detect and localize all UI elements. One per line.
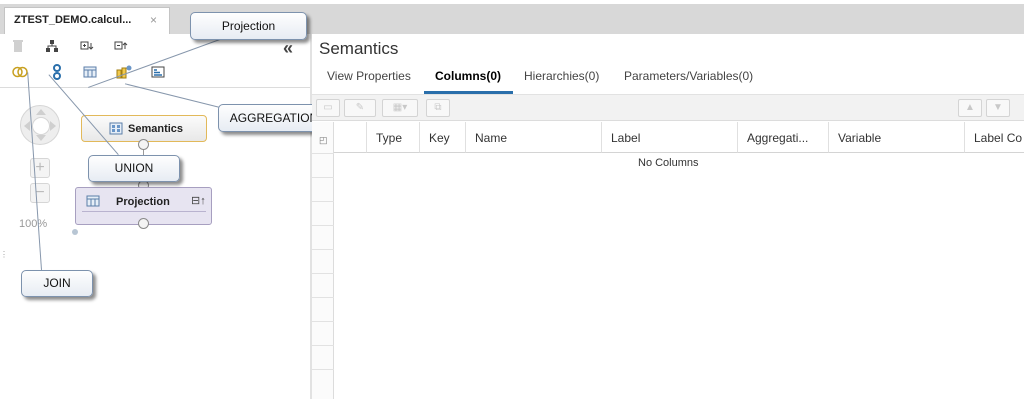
pan-control[interactable]	[20, 105, 60, 145]
column-header-label: Aggregati...	[747, 131, 809, 145]
assign-semantics-button[interactable]: ▦▾	[382, 99, 418, 117]
document-tab[interactable]: ZTEST_DEMO.calcul... ×	[4, 7, 170, 34]
edit-column-icon: ✎	[355, 102, 365, 113]
collapse-panel-button[interactable]: «	[283, 38, 293, 59]
column-header-label-column[interactable]: Label Co	[965, 122, 1024, 153]
column-header-label-col[interactable]: Label	[602, 122, 738, 153]
auto-layout-icon[interactable]	[42, 36, 62, 56]
semantics-node[interactable]: Semantics	[81, 115, 207, 142]
columns-toolbar: ▭ ✎ ▦▾ ⧉ ▲ ▼	[312, 95, 1024, 121]
gutter-divider	[312, 153, 334, 154]
projection-node-divider	[82, 211, 206, 212]
move-up-button[interactable]: ▲	[958, 99, 982, 117]
columns-table: ◰ Type Key Name Label Aggregati... Varia…	[312, 122, 1024, 399]
column-header-type[interactable]: Type	[367, 122, 420, 153]
tab-view-properties[interactable]: View Properties	[327, 69, 411, 83]
tab-parameters-variables[interactable]: Parameters/Variables(0)	[624, 69, 753, 83]
pan-down-icon[interactable]	[36, 135, 46, 141]
semantics-icon	[109, 122, 123, 138]
assign-semantics-icon: ▦▾	[392, 102, 408, 113]
gutter-divider	[312, 201, 334, 202]
column-header-selector[interactable]	[334, 122, 367, 153]
row-gutter: ◰	[312, 122, 334, 399]
arrow-down-icon: ▼	[993, 102, 1003, 113]
select-all-icon[interactable]: ◰	[319, 135, 328, 146]
zoom-slider-handle[interactable]	[72, 229, 78, 235]
column-header-aggregation[interactable]: Aggregati...	[738, 122, 829, 153]
expand-icon[interactable]	[77, 36, 97, 56]
pan-up-icon[interactable]	[36, 109, 46, 115]
gutter-divider	[312, 177, 334, 178]
union-icon[interactable]	[47, 62, 67, 82]
semantics-input-port[interactable]	[138, 139, 149, 150]
gutter-divider	[312, 297, 334, 298]
left-edge-grip-icon[interactable]: ⋮	[0, 250, 8, 259]
copy-icon: ⧉	[434, 102, 442, 113]
column-header-label: Type	[376, 131, 403, 145]
gutter-divider	[312, 249, 334, 250]
column-header-name[interactable]: Name	[466, 122, 602, 153]
pan-right-icon[interactable]	[50, 121, 56, 131]
add-column-icon: ▭	[323, 102, 333, 113]
projection-node-icon	[86, 195, 100, 210]
close-icon[interactable]: ×	[150, 13, 157, 27]
tab-columns[interactable]: Columns(0)	[435, 69, 501, 83]
gutter-divider	[312, 273, 334, 274]
join-callout: JOIN	[21, 270, 93, 297]
details-panel: Semantics View Properties Columns(0) Hie…	[312, 34, 1024, 399]
column-header-variable[interactable]: Variable	[829, 122, 965, 153]
zoom-level: 100%	[19, 218, 48, 230]
node-palette	[0, 62, 200, 84]
projection-callout: Projection	[190, 12, 307, 40]
gutter-divider	[312, 345, 334, 346]
move-down-button[interactable]: ▼	[986, 99, 1010, 117]
document-tab-title[interactable]: ZTEST_DEMO.calcul...	[14, 14, 131, 26]
column-header-label: Variable	[838, 131, 882, 145]
edit-column-button[interactable]: ✎	[344, 99, 376, 117]
semantics-node-label: Semantics	[128, 123, 184, 135]
arrow-up-icon: ▲	[965, 102, 975, 113]
column-header-label: Label Co	[974, 131, 1023, 145]
editor-tab-strip: ZTEST_DEMO.calcul... ×	[0, 4, 1024, 34]
gutter-divider	[312, 321, 334, 322]
zoom-out-button[interactable]: −	[30, 183, 50, 203]
column-header-label: Name	[475, 131, 508, 145]
details-title: Semantics	[319, 39, 399, 58]
column-header-key[interactable]: Key	[420, 122, 466, 153]
copy-column-button[interactable]: ⧉	[426, 99, 450, 117]
empty-table-message: No Columns	[638, 157, 699, 169]
tab-hierarchies[interactable]: Hierarchies(0)	[524, 69, 599, 83]
column-header-label: Key	[429, 131, 450, 145]
add-column-button[interactable]: ▭	[316, 99, 340, 117]
projection-node-label: Projection	[116, 196, 170, 208]
projection-input-port[interactable]	[138, 218, 149, 229]
union-callout: UNION	[88, 155, 180, 182]
collapse-icon[interactable]	[111, 36, 131, 56]
pan-left-icon[interactable]	[24, 121, 30, 131]
gutter-divider	[312, 225, 334, 226]
palette-divider	[0, 87, 310, 88]
gutter-divider	[312, 369, 334, 370]
trash-icon[interactable]	[8, 36, 28, 56]
column-header-label: Label	[611, 131, 641, 145]
projection-collapse-icon[interactable]: ⊟↑	[191, 194, 206, 207]
projection-icon[interactable]	[80, 62, 100, 82]
